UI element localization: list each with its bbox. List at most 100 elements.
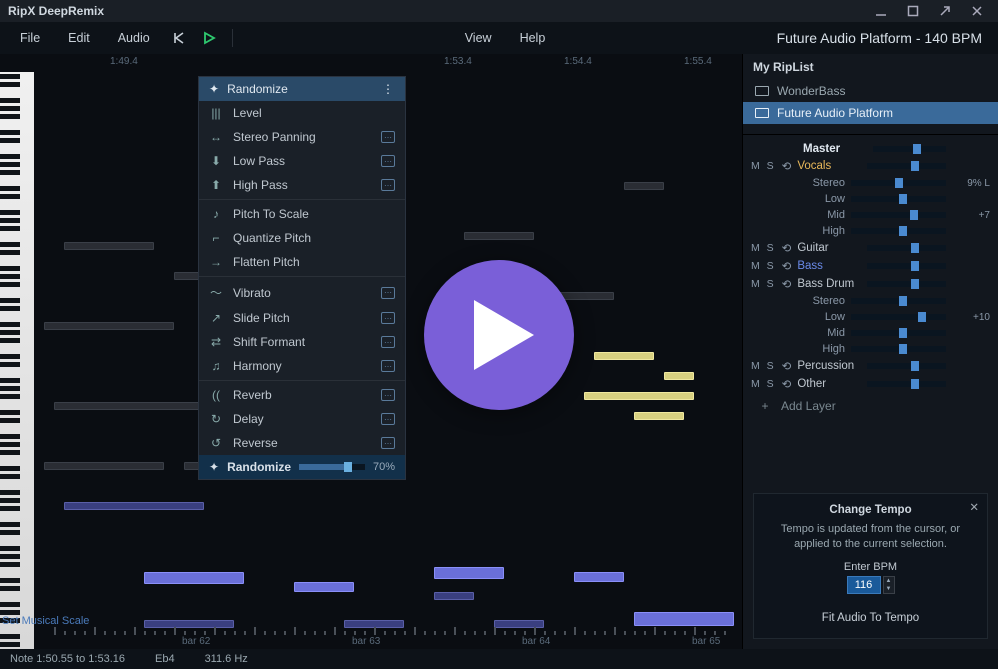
track-label[interactable]: Bass (797, 260, 861, 272)
fx-preset-icon[interactable]: ⋯ (381, 155, 395, 167)
fx-icon: ↻ (209, 412, 223, 426)
chevron-down-icon[interactable]: ▼ (884, 585, 894, 593)
fx-item-quantize-pitch[interactable]: ⌐Quantize Pitch (199, 226, 405, 250)
mute-solo-buttons[interactable]: M S (751, 378, 776, 390)
fx-header[interactable]: ✦ Randomize ⋮ (199, 77, 405, 101)
sub-slider[interactable] (851, 298, 946, 304)
menu-view[interactable]: View (453, 27, 504, 49)
mute-solo-buttons[interactable]: M S (751, 278, 776, 290)
fit-audio-button[interactable]: Fit Audio To Tempo (766, 608, 975, 628)
mute-solo-buttons[interactable]: M S (751, 360, 776, 372)
fx-preset-icon[interactable]: ⋯ (381, 287, 395, 299)
sub-slider[interactable] (851, 180, 946, 186)
minimize-icon[interactable] (874, 4, 888, 18)
fx-item-flatten-pitch[interactable]: →Flatten Pitch (199, 250, 405, 274)
menu-help[interactable]: Help (508, 27, 558, 49)
track-slider[interactable] (867, 381, 946, 387)
fx-preset-icon[interactable]: ⋯ (381, 312, 395, 324)
track-label[interactable]: Percussion (797, 360, 861, 372)
fx-item-label: Level (233, 106, 262, 120)
randomize-slider[interactable] (299, 464, 365, 470)
play-icon[interactable] (198, 27, 220, 49)
mixer-master-label: Master (803, 143, 867, 155)
fx-preset-icon[interactable]: ⋯ (381, 389, 395, 401)
riplist-item[interactable]: Future Audio Platform (743, 102, 998, 124)
fx-icon: 〜 (209, 284, 223, 301)
menu-edit[interactable]: Edit (56, 27, 102, 49)
fx-item-level[interactable]: ||| Level (199, 101, 405, 125)
track-slider[interactable] (867, 281, 946, 287)
fx-item-low-pass[interactable]: ⬇Low Pass⋯ (199, 149, 405, 173)
fx-preset-icon[interactable]: ⋯ (381, 131, 395, 143)
fx-preset-icon[interactable]: ⋯ (381, 336, 395, 348)
fx-randomize-footer[interactable]: ✦ Randomize 70% (199, 455, 405, 479)
fx-item-reverse[interactable]: ↺Reverse⋯ (199, 431, 405, 455)
fx-item-delay[interactable]: ↻ Delay ⋯ (199, 407, 405, 431)
mixer-track-row: M S ⟲ Bass Drum (743, 275, 998, 293)
track-label[interactable]: Guitar (797, 242, 861, 254)
track-label[interactable]: Other (797, 378, 861, 390)
close-icon[interactable]: ✕ (969, 500, 979, 514)
maximize-icon[interactable] (906, 4, 920, 18)
track-slider[interactable] (867, 245, 946, 251)
lock-icon[interactable]: ⟲ (782, 159, 792, 173)
lock-icon[interactable]: ⟲ (782, 277, 792, 291)
menu-file[interactable]: File (8, 27, 52, 49)
lock-icon[interactable]: ⟲ (782, 377, 792, 391)
track-slider[interactable] (867, 363, 946, 369)
skip-back-icon[interactable] (168, 27, 190, 49)
sub-slider[interactable] (851, 346, 946, 352)
lock-icon[interactable]: ⟲ (782, 359, 792, 373)
lock-icon[interactable]: ⟲ (782, 241, 792, 255)
sub-slider[interactable] (851, 196, 946, 202)
track-label[interactable]: Vocals (797, 160, 861, 172)
piano-roll-canvas[interactable]: 1:49.4 1:53.4 1:54.4 1:55.4 (0, 54, 742, 649)
fx-item-high-pass[interactable]: ⬆High Pass⋯ (199, 173, 405, 197)
sub-slider[interactable] (851, 212, 946, 218)
bpm-spinner[interactable]: ▲▼ (883, 576, 895, 594)
set-musical-scale-link[interactable]: Set Musical Scale (2, 615, 89, 627)
track-label[interactable]: Bass Drum (797, 278, 861, 290)
add-layer-button[interactable]: +Add Layer (743, 393, 998, 419)
sub-slider[interactable] (851, 330, 946, 336)
fx-item-reverb[interactable]: ((Reverb⋯ (199, 383, 405, 407)
fx-preset-icon[interactable]: ⋯ (381, 437, 395, 449)
fx-icon: ||| (209, 106, 223, 120)
video-play-overlay[interactable] (424, 260, 574, 410)
fx-item-shift-formant[interactable]: ⇄Shift Formant⋯ (199, 330, 405, 354)
mute-solo-buttons[interactable]: M S (751, 260, 776, 272)
mute-solo-buttons[interactable]: M S (751, 242, 776, 254)
sub-slider[interactable] (851, 228, 946, 234)
mixer-sub-row: High (743, 223, 998, 239)
mute-solo-buttons[interactable]: M S (751, 160, 776, 172)
fx-preset-icon[interactable]: ⋯ (381, 179, 395, 191)
fx-item-stereo-panning[interactable]: ↔Stereo Panning⋯ (199, 125, 405, 149)
fx-item-label: Flatten Pitch (233, 255, 300, 269)
sub-slider[interactable] (851, 314, 946, 320)
track-slider[interactable] (867, 163, 946, 169)
riplist-item[interactable]: WonderBass (743, 80, 998, 102)
fx-preset-icon[interactable]: ⋯ (381, 360, 395, 372)
fx-item-slide-pitch[interactable]: ↗Slide Pitch⋯ (199, 306, 405, 330)
track-slider[interactable] (867, 263, 946, 269)
chevron-up-icon[interactable]: ▲ (884, 577, 894, 585)
sub-label: High (801, 343, 845, 355)
restore-icon[interactable] (938, 4, 952, 18)
mixer-sub-row: High (743, 341, 998, 357)
fx-dropdown-panel: ✦ Randomize ⋮ ||| Level ↔Stereo Panning⋯⬇L… (198, 76, 406, 480)
sub-value: 9% L (956, 178, 990, 189)
close-icon[interactable] (970, 4, 984, 18)
bpm-input[interactable] (847, 576, 881, 594)
fx-item-vibrato[interactable]: 〜Vibrato⋯ (199, 279, 405, 306)
lock-icon[interactable]: ⟲ (782, 259, 792, 273)
more-icon[interactable]: ⋮ (382, 82, 395, 96)
fx-preset-icon[interactable]: ⋯ (381, 413, 395, 425)
menu-audio[interactable]: Audio (106, 27, 162, 49)
fx-item-label: Delay (233, 412, 264, 426)
statusbar: Note 1:50.55 to 1:53.16 Eb4 311.6 Hz (0, 649, 998, 669)
piano-keys[interactable] (0, 72, 34, 649)
mixer-track-row: M S ⟲ Percussion (743, 357, 998, 375)
fx-item-harmony[interactable]: ♫Harmony⋯ (199, 354, 405, 378)
fx-item-pitch-to-scale[interactable]: ♪Pitch To Scale (199, 202, 405, 226)
master-slider[interactable] (873, 146, 946, 152)
